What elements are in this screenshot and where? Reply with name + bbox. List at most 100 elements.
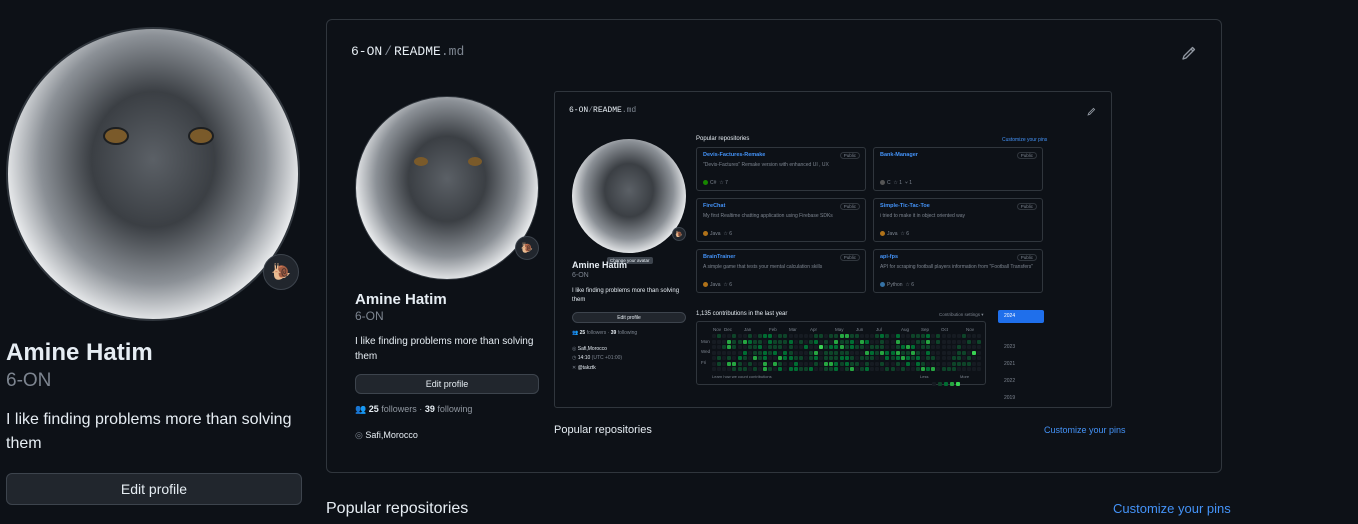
contrib-cell (936, 350, 941, 355)
contrib-cell (977, 334, 982, 338)
contrib-cell (763, 339, 767, 344)
contrib-cell (967, 350, 971, 355)
contrib-cell (977, 339, 982, 344)
contrib-cell (865, 361, 869, 366)
contrib-cell (926, 339, 931, 344)
shot-follow-separator: · (607, 330, 610, 336)
contrib-cell (880, 356, 885, 360)
contrib-cell (763, 367, 767, 371)
customize-pins-link[interactable]: Customize your pins (1113, 501, 1231, 516)
contrib-cell (910, 356, 915, 360)
contrib-cell (941, 350, 946, 355)
contrib-cell (727, 334, 732, 338)
contrib-cell (773, 339, 778, 344)
avatar[interactable] (6, 27, 300, 321)
contrib-cell (870, 339, 875, 344)
contrib-cell (946, 334, 951, 338)
contrib-cell (747, 345, 752, 349)
contrib-cell (808, 356, 813, 360)
contrib-cell (798, 345, 803, 349)
edit-readme-pencil-icon[interactable] (1181, 45, 1197, 61)
contrib-cell (778, 339, 783, 344)
contrib-cell (956, 356, 961, 360)
shot-repo-card: api-fps Public API for scraping football p… (873, 249, 1043, 293)
shot-star-icon: ☆ (893, 180, 898, 186)
contrib-cell (737, 339, 742, 344)
contrib-cell (773, 367, 778, 371)
contrib-cell (926, 361, 931, 366)
shot-location-text: Safi,Morocco (577, 346, 607, 352)
contrib-cell (931, 350, 936, 355)
contrib-cell (875, 361, 880, 366)
contrib-cell (732, 356, 737, 360)
contrib-cell (890, 339, 895, 344)
shot-month-label: Apr (810, 327, 818, 332)
contrib-cell (900, 334, 905, 338)
contrib-cell (819, 367, 824, 371)
readme-edit-profile-button: Edit profile (355, 374, 539, 394)
contrib-cell (768, 334, 773, 338)
contrib-cell (727, 361, 732, 366)
contrib-cell (951, 339, 956, 344)
contrib-cell (854, 361, 859, 366)
shot-customize-link: Customize your pins (1002, 137, 1048, 143)
edit-profile-button[interactable]: Edit profile (6, 473, 302, 505)
shot-repo-stars: 6 (729, 282, 732, 288)
contrib-cell (819, 361, 824, 366)
shot-day-label: Wed (701, 349, 711, 354)
breadcrumb-separator: / (384, 44, 393, 59)
contrib-cell (941, 334, 946, 338)
contrib-cell (865, 356, 869, 360)
contrib-cell (798, 361, 803, 366)
contrib-cell (926, 367, 931, 371)
shot-learn-link: Learn how we count contributions (712, 374, 772, 379)
contrib-cell (880, 345, 885, 349)
contrib-cell (727, 350, 732, 355)
contrib-cell (900, 350, 905, 355)
contrib-cell (798, 356, 803, 360)
contrib-cell (788, 350, 793, 355)
contrib-cell (844, 339, 849, 344)
shot-more-label: More (960, 374, 970, 379)
shot-people-icon: 👥 (572, 330, 579, 336)
contrib-cell (895, 339, 900, 344)
shot-month-label: Jan (744, 327, 752, 332)
contrib-cell (788, 334, 793, 338)
shot-repo-meta: Python ☆ 6 (880, 282, 914, 288)
contrib-cell (752, 339, 757, 344)
contrib-cell (916, 339, 920, 344)
contrib-cell (824, 356, 829, 360)
contrib-cell (814, 334, 818, 338)
contrib-cell (916, 334, 920, 338)
contrib-cell (788, 339, 793, 344)
contrib-cell (854, 334, 859, 338)
contrib-cell (972, 345, 977, 349)
contrib-cell (900, 361, 905, 366)
contrib-cell (900, 339, 905, 344)
shot-contrib-settings: Contribution settings ▾ (939, 312, 984, 317)
contrib-cell (757, 350, 762, 355)
contrib-cell (946, 361, 951, 366)
contrib-cell (712, 356, 716, 360)
contrib-cell (803, 345, 808, 349)
contrib-cell (717, 350, 722, 355)
contrib-cell (819, 339, 824, 344)
contrib-cell (814, 350, 818, 355)
set-status-button[interactable]: 🐌 (263, 254, 299, 290)
contrib-cell (834, 345, 839, 349)
readme-customize-link: Customize your pins (1044, 425, 1126, 435)
contrib-cell (752, 345, 757, 349)
contrib-cell (742, 339, 747, 344)
shot-repo-lang: Java (710, 231, 721, 237)
breadcrumb-owner-link[interactable]: 6-ON (351, 44, 382, 59)
contrib-cell (778, 350, 783, 355)
contrib-cell (895, 350, 900, 355)
shot-month-label: Oct (941, 327, 949, 332)
contrib-cell (956, 345, 961, 349)
contrib-cell (967, 356, 971, 360)
shot-legend-swatches (932, 375, 962, 393)
shot-month-label: Sep (921, 327, 930, 332)
contrib-cell (798, 339, 803, 344)
shot-repo-stars: 7 (725, 180, 728, 186)
contrib-cell (737, 334, 742, 338)
